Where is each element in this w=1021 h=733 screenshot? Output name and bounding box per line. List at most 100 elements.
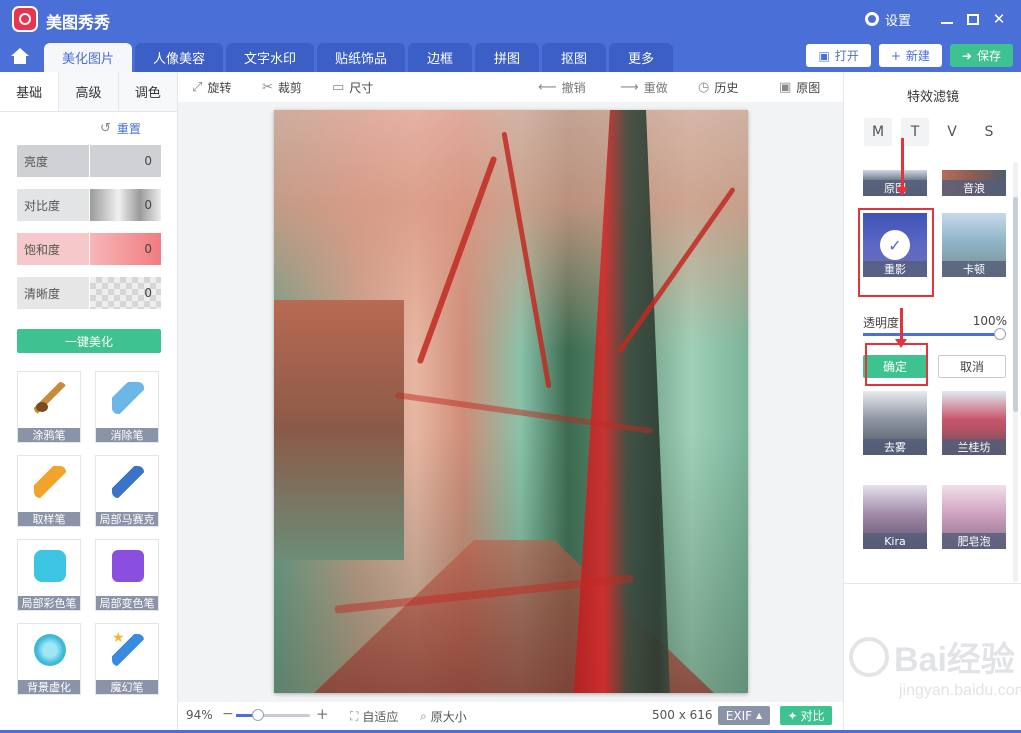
filter-label: 兰桂坊 — [942, 439, 1006, 455]
filter-original[interactable]: 原图 — [863, 170, 927, 196]
caret-up-icon: ▲ — [756, 711, 763, 720]
left-panel: 基础 高级 调色 ↺ 重置 亮度 0 对比度 0 饱和度 0 清晰度 0 一键美化… — [0, 72, 178, 733]
slider-value: 0 — [89, 145, 161, 177]
tab-frame[interactable]: 边框 — [408, 43, 473, 72]
subtab-basic[interactable]: 基础 — [0, 72, 60, 111]
zoom-slider[interactable] — [236, 709, 310, 721]
slider-value: 0 — [89, 189, 161, 221]
undo-button[interactable]: ⟵ 撤销 — [538, 79, 586, 96]
close-button[interactable]: ✕ — [987, 8, 1011, 30]
zoom-out-button[interactable]: − — [222, 706, 234, 722]
tool-eraser-pen[interactable]: 消除笔 — [95, 371, 159, 443]
category-t[interactable]: T — [901, 118, 929, 146]
undo-icon: ⟵ — [538, 80, 557, 95]
open-label: 打开 — [834, 49, 859, 63]
tab-portrait[interactable]: 人像美容 — [135, 43, 224, 72]
contrast-slider[interactable]: 对比度 0 — [17, 189, 161, 221]
exif-button[interactable]: EXIF ▲ — [718, 706, 770, 725]
sharpness-slider[interactable]: 清晰度 0 — [17, 277, 161, 309]
canvas-area[interactable] — [178, 102, 843, 702]
fit-icon: ⛶ — [350, 709, 359, 723]
saturation-slider[interactable]: 饱和度 0 — [17, 233, 161, 265]
tab-collage[interactable]: 拼图 — [475, 43, 540, 72]
crop-button[interactable]: ✂ 裁剪 — [262, 79, 302, 96]
arrow-down-icon — [896, 138, 908, 196]
file-actions: ▣ 打开 + 新建 ➜ 保存 — [798, 44, 1013, 67]
tool-local-recolor-pen[interactable]: 局部变色笔 — [95, 539, 159, 611]
image-icon: ▣ — [818, 48, 830, 63]
category-s[interactable]: S — [975, 118, 1003, 146]
filter-label: 原图 — [863, 180, 927, 196]
rotate-label: 旋转 — [207, 81, 232, 95]
tool-doodle-pen[interactable]: 涂鸦笔 — [17, 371, 81, 443]
category-v[interactable]: V — [938, 118, 966, 146]
maximize-button[interactable] — [961, 8, 985, 30]
tool-local-color-pen[interactable]: 局部彩色笔 — [17, 539, 81, 611]
filter-sound-wave[interactable]: 音浪 — [942, 170, 1006, 196]
home-button[interactable] — [0, 40, 40, 72]
tool-local-mosaic[interactable]: 局部马赛克 — [95, 455, 159, 527]
fit-label: 自适应 — [362, 710, 399, 724]
maximize-icon — [967, 13, 979, 25]
filter-lan-kwai-fong[interactable]: 兰桂坊 — [942, 391, 1006, 455]
tool-background-blur[interactable]: 背景虚化 — [17, 623, 81, 695]
filter-defog[interactable]: 去雾 — [863, 391, 927, 455]
tab-cutout[interactable]: 抠图 — [542, 43, 607, 72]
redo-button[interactable]: ⟶ 重做 — [620, 79, 668, 96]
filter-scrollbar-thumb[interactable] — [1013, 197, 1018, 412]
resize-icon: ▭ — [332, 80, 345, 95]
recolor-icon — [112, 550, 144, 582]
tool-label: 局部彩色笔 — [18, 596, 80, 610]
rotate-button[interactable]: ⤢ 旋转 — [192, 79, 231, 96]
sparkle-icon: ✦ — [787, 708, 798, 723]
reset-button[interactable]: ↺ 重置 — [100, 120, 141, 137]
actual-size-button[interactable]: ⌕ 原大小 — [420, 708, 467, 725]
edited-photo[interactable] — [274, 110, 748, 693]
minimize-button[interactable] — [935, 8, 959, 30]
rotate-icon: ⤢ — [192, 80, 203, 95]
filter-soap-bubble[interactable]: 肥皂泡 — [942, 485, 1006, 549]
size-button[interactable]: ▭ 尺寸 — [332, 79, 373, 96]
filter-label: 肥皂泡 — [942, 533, 1006, 549]
history-label: 历史 — [714, 81, 739, 95]
tool-label: 局部变色笔 — [96, 596, 158, 610]
tab-text-watermark[interactable]: 文字水印 — [226, 43, 315, 72]
tool-sample-pen[interactable]: 取样笔 — [17, 455, 81, 527]
subtab-advanced[interactable]: 高级 — [59, 72, 119, 111]
tab-more[interactable]: 更多 — [609, 43, 674, 72]
opacity-slider-handle[interactable] — [994, 328, 1006, 340]
fit-button[interactable]: ⛶ 自适应 — [350, 708, 398, 725]
filter-cartoon[interactable]: 卡顿 — [942, 213, 1006, 277]
size-label: 尺寸 — [349, 81, 374, 95]
zoom-in-button[interactable]: + — [316, 705, 329, 723]
tool-label: 背景虚化 — [18, 680, 80, 694]
tab-stickers[interactable]: 贴纸饰品 — [317, 43, 406, 72]
history-button[interactable]: ◷ 历史 — [698, 79, 738, 96]
save-button[interactable]: ➜ 保存 — [949, 44, 1013, 67]
zoom-value: 94% — [186, 708, 213, 722]
one-key-beautify-button[interactable]: 一键美化 — [17, 329, 161, 353]
tool-magic-pen[interactable]: 魔幻笔 — [95, 623, 159, 695]
original-button[interactable]: ▣ 原图 — [779, 79, 820, 96]
tab-beautify[interactable]: 美化图片 — [44, 43, 133, 72]
scissors-icon: ✂ — [262, 80, 273, 95]
new-label: 新建 — [905, 49, 930, 63]
redo-label: 重做 — [643, 81, 668, 95]
filter-label: Kira — [863, 533, 927, 549]
filter-kira[interactable]: Kira — [863, 485, 927, 549]
category-m[interactable]: M — [864, 118, 892, 146]
open-button[interactable]: ▣ 打开 — [806, 44, 871, 67]
filter-label: 去雾 — [863, 439, 927, 455]
redo-icon: ⟶ — [620, 80, 639, 95]
new-button[interactable]: + 新建 — [878, 44, 942, 67]
brightness-slider[interactable]: 亮度 0 — [17, 145, 161, 177]
settings-label: 设置 — [884, 13, 911, 29]
zoom-slider-handle[interactable] — [252, 709, 265, 721]
divider — [844, 583, 1021, 584]
watermark-site: jingyan.baidu.com — [899, 682, 1021, 699]
cancel-button[interactable]: 取消 — [938, 355, 1006, 378]
compare-button[interactable]: ✦ 对比 — [780, 706, 832, 725]
settings-button[interactable]: 设置 — [864, 10, 911, 29]
opacity-slider[interactable] — [863, 333, 1005, 336]
subtab-color[interactable]: 调色 — [118, 72, 177, 111]
